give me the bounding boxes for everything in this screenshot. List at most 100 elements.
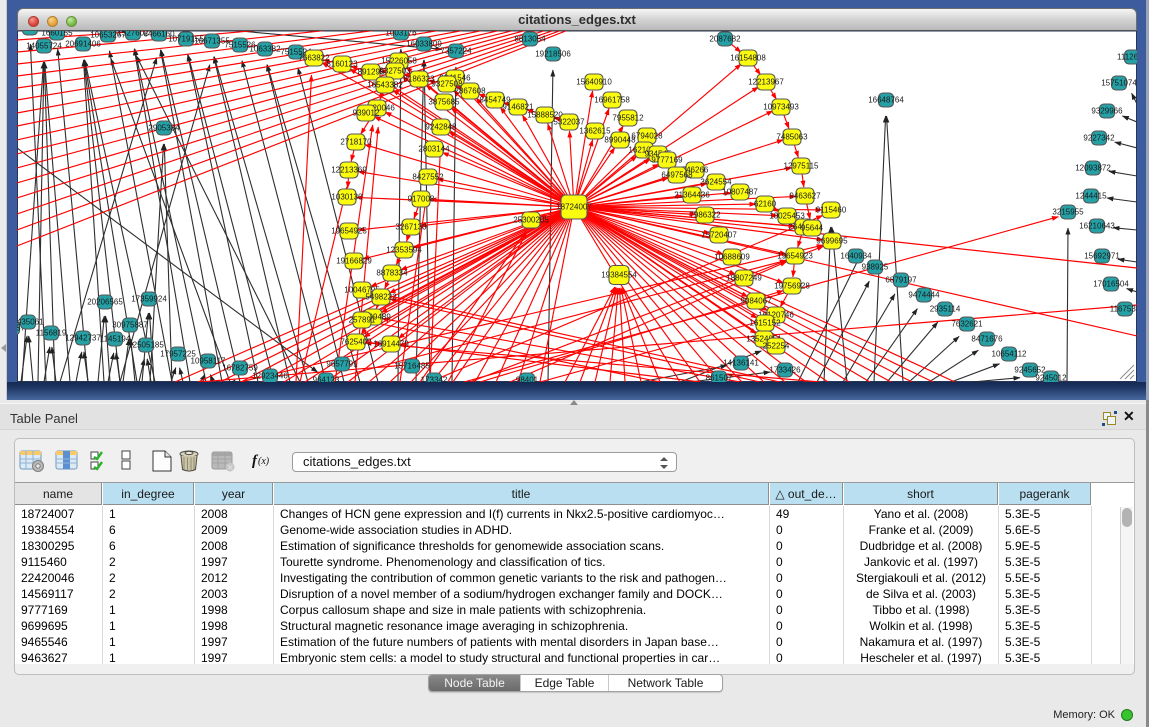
svg-text:6497568: 6497568 — [661, 171, 693, 180]
svg-text:917008: 917008 — [408, 195, 435, 204]
svg-text:18807249: 18807249 — [726, 274, 762, 283]
svg-text:16154808: 16154808 — [730, 54, 766, 63]
svg-text:16210643: 16210643 — [1079, 222, 1115, 231]
svg-text:939012: 939012 — [353, 109, 380, 118]
svg-text:2718170: 2718170 — [340, 138, 372, 147]
svg-text:1156819: 1156819 — [36, 329, 67, 338]
svg-text:15720407: 15720407 — [701, 231, 737, 240]
svg-text:8427552: 8427552 — [412, 173, 444, 182]
svg-text:9115460: 9115460 — [816, 206, 847, 215]
svg-text:10654112: 10654112 — [992, 350, 1028, 359]
svg-text:12923446: 12923446 — [252, 372, 288, 381]
svg-text:12353594: 12353594 — [386, 246, 422, 255]
svg-text:1615152: 1615152 — [749, 319, 781, 328]
svg-text:8471676: 8471676 — [971, 335, 1003, 344]
svg-text:6794028: 6794028 — [631, 132, 663, 141]
svg-text:7357224: 7357224 — [440, 47, 472, 56]
svg-text:7986322: 7986322 — [689, 211, 721, 220]
svg-text:257891: 257891 — [349, 316, 376, 325]
svg-text:1063382: 1063382 — [249, 45, 281, 54]
svg-text:(x): (x) — [258, 456, 270, 467]
svg-text:7632621: 7632621 — [951, 320, 983, 329]
svg-text:9227342: 9227342 — [1083, 134, 1115, 143]
svg-text:1244415: 1244415 — [1075, 192, 1107, 201]
svg-text:1003176: 1003176 — [385, 31, 417, 38]
svg-text:12505185: 12505185 — [128, 341, 164, 350]
svg-text:10958117: 10958117 — [191, 357, 227, 366]
svg-text:5498222: 5498222 — [365, 293, 397, 302]
svg-text:15692971: 15692971 — [1084, 252, 1120, 261]
svg-text:14055724: 14055724 — [26, 42, 62, 51]
svg-text:21364436: 21364436 — [674, 191, 710, 200]
svg-text:9245012: 9245012 — [1035, 374, 1067, 383]
svg-text:19756928: 19756928 — [774, 282, 810, 291]
svg-text:12942737: 12942737 — [65, 334, 101, 343]
svg-text:7485063: 7485063 — [776, 133, 808, 142]
svg-text:14136141: 14136141 — [723, 359, 759, 368]
svg-text:25300205: 25300205 — [513, 216, 549, 225]
svg-text:8878334: 8878334 — [376, 269, 408, 278]
svg-text:861507: 861507 — [706, 374, 733, 383]
svg-text:18724007: 18724007 — [556, 203, 592, 212]
svg-text:9474444: 9474444 — [908, 291, 940, 300]
svg-text:1640934: 1640934 — [840, 252, 872, 261]
svg-text:2803144: 2803144 — [418, 145, 450, 154]
svg-text:173342: 173342 — [421, 376, 448, 383]
svg-text:1362615: 1362615 — [579, 127, 611, 136]
svg-text:3215955: 3215955 — [1052, 208, 1084, 217]
svg-text:3624554: 3624554 — [700, 178, 732, 187]
svg-text:19654925: 19654925 — [331, 227, 367, 236]
svg-text:7663822: 7663822 — [298, 54, 330, 63]
svg-text:3875685: 3875685 — [428, 98, 460, 107]
svg-text:8186323: 8186323 — [403, 75, 435, 84]
svg-text:8813054: 8813054 — [514, 35, 546, 44]
svg-text:9242848: 9242848 — [425, 123, 457, 132]
svg-text:19166829: 19166829 — [336, 257, 372, 266]
svg-text:30975887: 30975887 — [112, 321, 148, 330]
svg-text:20206565: 20206565 — [87, 298, 123, 307]
svg-text:17359924: 17359924 — [131, 295, 167, 304]
svg-text:62160: 62160 — [754, 200, 777, 209]
svg-text:16033809: 16033809 — [406, 40, 442, 49]
svg-text:9463627: 9463627 — [789, 192, 821, 201]
svg-text:12093872: 12093872 — [1075, 164, 1111, 173]
svg-text:7625402: 7625402 — [340, 338, 372, 347]
svg-text:16961758: 16961758 — [594, 96, 630, 105]
svg-text:15751074: 15751074 — [1101, 79, 1137, 88]
svg-text:12213967: 12213967 — [748, 78, 784, 87]
svg-text:98401: 98401 — [516, 376, 539, 383]
svg-text:1145194: 1145194 — [100, 335, 131, 344]
svg-text:9699695: 9699695 — [816, 237, 848, 246]
svg-text:19654923: 19654923 — [777, 252, 813, 261]
svg-text:252254: 252254 — [763, 342, 790, 351]
svg-text:20691406: 20691406 — [65, 40, 101, 49]
svg-text:15640910: 15640910 — [576, 78, 612, 87]
svg-text:19384554: 19384554 — [601, 271, 637, 280]
svg-text:17016504: 17016504 — [1093, 280, 1129, 289]
svg-text:8160123: 8160123 — [326, 60, 358, 69]
svg-text:1733426: 1733426 — [769, 366, 801, 375]
svg-text:16648764: 16648764 — [868, 96, 904, 105]
svg-text:6879197: 6879197 — [885, 276, 917, 285]
svg-text:10688609: 10688609 — [714, 253, 750, 262]
svg-text:15716485: 15716485 — [394, 362, 430, 371]
svg-text:938925: 938925 — [862, 263, 889, 272]
svg-text:12975115: 12975115 — [784, 162, 820, 171]
svg-text:1112605: 1112605 — [1117, 53, 1137, 62]
svg-text:1660155: 1660155 — [41, 31, 73, 38]
svg-text:19218506: 19218506 — [535, 50, 571, 59]
svg-text:10973493: 10973493 — [763, 103, 799, 112]
svg-text:10807487: 10807487 — [722, 188, 758, 197]
svg-text:3267130: 3267130 — [395, 223, 427, 232]
svg-text:964123: 964123 — [313, 376, 340, 383]
svg-text:5322037: 5322037 — [553, 118, 585, 127]
svg-text:1167533: 1167533 — [1110, 305, 1137, 314]
svg-text:12213369: 12213369 — [331, 166, 367, 175]
svg-text:9329966: 9329966 — [1091, 107, 1123, 116]
svg-text:9084067: 9084067 — [740, 297, 772, 306]
svg-text:1435061: 1435061 — [17, 318, 44, 327]
svg-text:1030130: 1030130 — [331, 193, 363, 202]
svg-text:95644: 95644 — [801, 224, 824, 233]
svg-text:2087682: 2087682 — [709, 35, 741, 44]
svg-text:2867608: 2867608 — [454, 87, 486, 96]
